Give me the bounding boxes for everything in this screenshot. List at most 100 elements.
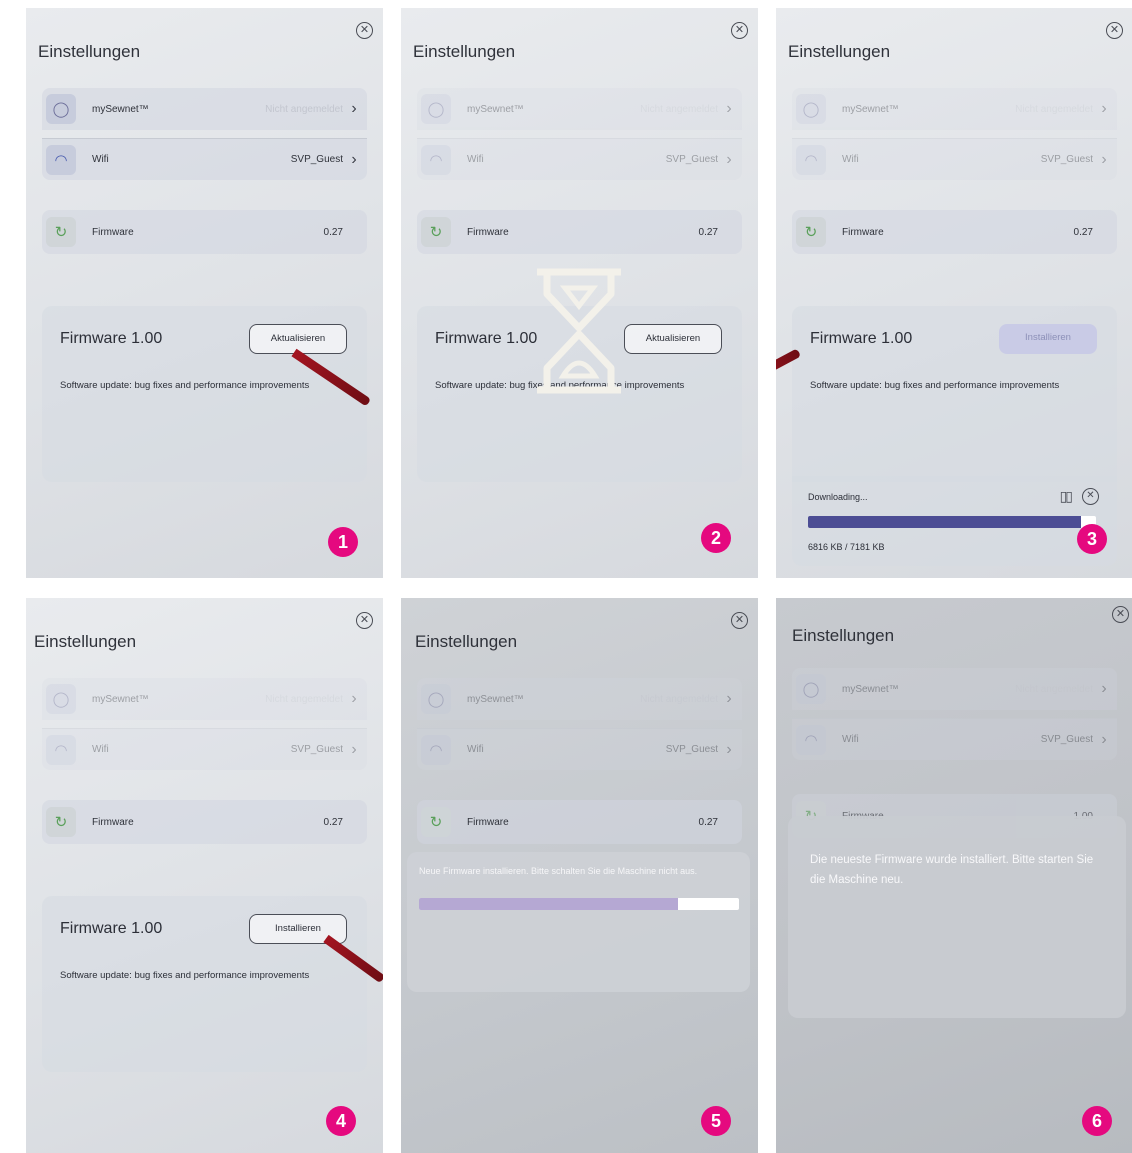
settings-row-mysewnet[interactable]: ◯ mySewnet™ Nicht angemeldet ›: [792, 668, 1117, 710]
row-value: 0.27: [698, 816, 718, 828]
settings-row-wifi[interactable]: ◠ Wifi SVP_Guest ›: [792, 718, 1117, 760]
row-value: Nicht angemeldet: [640, 103, 718, 115]
install-progress-bar: [419, 898, 739, 910]
page-title: Einstellungen: [34, 632, 137, 651]
step-badge: 1: [328, 527, 358, 557]
row-label: mySewnet™: [467, 103, 524, 115]
settings-row-firmware: ↻ Firmware 0.27: [792, 210, 1117, 254]
row-value: SVP_Guest: [1040, 734, 1093, 745]
firmware-refresh-icon: ↻: [421, 217, 451, 247]
install-complete-dialog: Die neueste Firmware wurde installiert. …: [788, 816, 1126, 1018]
settings-row-wifi[interactable]: ◠ Wifi SVP_Guest ›: [792, 138, 1117, 180]
wifi-icon: ◠: [421, 144, 451, 175]
row-value: 0.27: [323, 816, 343, 828]
firmware-refresh-icon: ↻: [46, 807, 76, 837]
row-label: Wifi: [842, 154, 859, 165]
chevron-right-icon: ›: [726, 100, 732, 117]
close-icon[interactable]: ✕: [731, 612, 748, 629]
firmware-refresh-icon: ↻: [796, 217, 826, 247]
close-icon[interactable]: ✕: [731, 22, 748, 39]
row-value: Nicht angemeldet: [265, 103, 343, 115]
hourglass-icon: [537, 268, 621, 394]
step-badge: 3: [1077, 524, 1107, 554]
page-title: Einstellungen: [792, 626, 895, 645]
row-label: Firmware: [467, 226, 509, 238]
settings-row-wifi[interactable]: ◠ Wifi SVP_Guest ›: [417, 138, 742, 180]
download-progress-panel: Downloading... ▯▯ ✕ 6816 KB / 7181 KB: [792, 476, 1117, 566]
close-icon[interactable]: ✕: [356, 612, 373, 629]
settings-row-wifi[interactable]: ◠ Wifi SVP_Guest ›: [417, 728, 742, 770]
close-icon[interactable]: ✕: [356, 22, 373, 39]
row-value: Nicht angemeldet: [1015, 683, 1093, 695]
download-size: 6816 KB / 7181 KB: [808, 542, 885, 552]
close-icon[interactable]: ✕: [1106, 22, 1123, 39]
page-title: Einstellungen: [415, 632, 518, 651]
row-label: Wifi: [467, 154, 484, 165]
row-label: Wifi: [92, 744, 109, 755]
chevron-right-icon: ›: [1101, 680, 1107, 697]
install-progress-fill: [419, 898, 679, 910]
row-value: 0.27: [323, 226, 343, 238]
chevron-right-icon: ›: [726, 740, 732, 758]
pause-icon[interactable]: ▯▯: [1060, 488, 1073, 505]
step-badge: 2: [701, 523, 731, 553]
settings-row-mysewnet[interactable]: ◯ mySewnet™ Nicht angemeldet ›: [792, 88, 1117, 130]
settings-row-mysewnet[interactable]: ◯ mySewnet™ Nicht angemeldet ›: [42, 678, 367, 720]
install-button[interactable]: Installieren: [999, 324, 1097, 354]
screen-step-3: ✕ Einstellungen ◯ mySewnet™ Nicht angeme…: [776, 8, 1132, 578]
chevron-right-icon: ›: [1101, 150, 1107, 168]
page-title: Einstellungen: [38, 42, 141, 61]
settings-row-firmware: ↻ Firmware 0.27: [42, 800, 367, 844]
row-label: Firmware: [92, 226, 134, 238]
settings-row-mysewnet[interactable]: ◯ mySewnet™ Nicht angemeldet ›: [417, 88, 742, 130]
row-value: Nicht angemeldet: [265, 693, 343, 705]
update-title: Firmware 1.00: [435, 330, 538, 347]
screen-step-4: ✕ Einstellungen ◯ mySewnet™ Nicht angeme…: [26, 598, 383, 1153]
settings-row-mysewnet[interactable]: ◯ mySewnet™ Nicht angemeldet ›: [417, 678, 742, 720]
download-progress-bar: [808, 516, 1096, 528]
close-icon[interactable]: ✕: [1112, 606, 1129, 623]
download-progress-fill: [808, 516, 1082, 528]
settings-row-firmware: ↻ Firmware 0.27: [42, 210, 367, 254]
user-icon: ◯: [421, 94, 451, 124]
update-description: Software update: bug fixes and performan…: [810, 380, 1060, 391]
row-value: Nicht angemeldet: [1015, 103, 1093, 115]
settings-row-mysewnet[interactable]: ◯ mySewnet™ Nicht angemeldet ›: [42, 88, 367, 130]
row-value: SVP_Guest: [290, 744, 343, 755]
row-label: Wifi: [467, 744, 484, 755]
chevron-right-icon: ›: [351, 150, 357, 168]
chevron-right-icon: ›: [726, 150, 732, 168]
chevron-right-icon: ›: [351, 690, 357, 707]
page-title: Einstellungen: [413, 42, 516, 61]
row-value: 0.27: [1073, 226, 1093, 238]
update-title: Firmware 1.00: [60, 920, 163, 937]
chevron-right-icon: ›: [726, 690, 732, 707]
update-button[interactable]: Aktualisieren: [624, 324, 722, 354]
row-value: SVP_Guest: [290, 154, 343, 165]
screen-step-6: ✕ Einstellungen ◯ mySewnet™ Nicht angeme…: [776, 598, 1132, 1153]
row-label: Firmware: [467, 816, 509, 828]
row-value: 0.27: [698, 226, 718, 238]
step-badge: 4: [326, 1106, 356, 1136]
settings-row-wifi[interactable]: ◠ Wifi SVP_Guest ›: [42, 728, 367, 770]
row-label: Wifi: [842, 734, 859, 745]
settings-row-wifi[interactable]: ◠ Wifi SVP_Guest ›: [42, 138, 367, 180]
wifi-icon: ◠: [421, 734, 451, 765]
firmware-update-card: Firmware 1.00 Installieren Software upda…: [42, 896, 367, 1072]
user-icon: ◯: [796, 94, 826, 124]
update-title: Firmware 1.00: [810, 330, 913, 347]
user-icon: ◯: [46, 684, 76, 714]
install-progress-dialog: Neue Firmware installieren. Bitte schalt…: [407, 852, 750, 992]
row-label: mySewnet™: [92, 103, 149, 115]
wifi-icon: ◠: [46, 734, 76, 765]
row-value: SVP_Guest: [665, 154, 718, 165]
cancel-download-icon[interactable]: ✕: [1082, 488, 1099, 505]
row-value: Nicht angemeldet: [640, 693, 718, 705]
user-icon: ◯: [46, 94, 76, 124]
page-title: Einstellungen: [788, 42, 891, 61]
user-icon: ◯: [421, 684, 451, 714]
row-value: SVP_Guest: [665, 744, 718, 755]
wifi-icon: ◠: [796, 144, 826, 175]
update-description: Software update: bug fixes and performan…: [60, 970, 310, 981]
chevron-right-icon: ›: [1101, 730, 1107, 748]
